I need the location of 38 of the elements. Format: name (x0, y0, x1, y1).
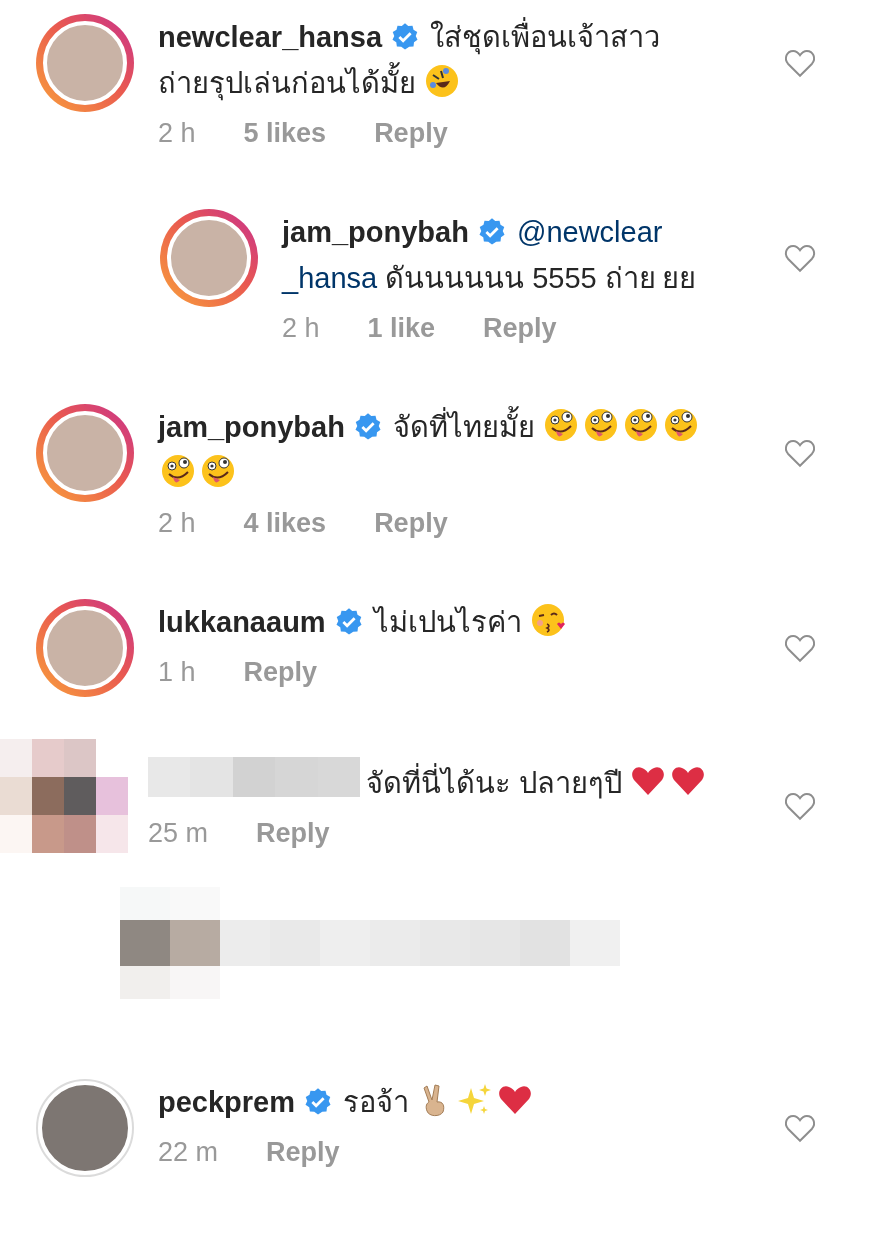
zany-face-icon (160, 453, 196, 489)
comment-time: 25 m (148, 818, 209, 849)
reply-button[interactable]: Reply (374, 118, 448, 149)
username[interactable]: jam_ponybah (282, 216, 469, 248)
zany-face-icon (662, 407, 699, 443)
comment-text: ไม่เปนไรค่า (373, 605, 522, 640)
comment-text: ใส่ชุดเพื่อนเจ้าสาว (430, 14, 661, 60)
like-count[interactable]: 4 likes (243, 508, 327, 539)
reply-button[interactable]: Reply (266, 1137, 340, 1168)
kissing-face-icon (529, 602, 566, 638)
comment-time: 2 h (158, 508, 196, 539)
username[interactable]: newclear_hansa (158, 21, 383, 53)
reply-button[interactable]: Reply (483, 313, 557, 344)
comment-time: 2 h (158, 118, 196, 149)
comment-text: จัดที่นี่ได้นะ ปลายๆปี (366, 760, 623, 806)
zany-face-icon (200, 453, 236, 489)
username[interactable]: peckprem (158, 1086, 295, 1118)
username[interactable]: lukkanaaum (158, 606, 326, 638)
like-count[interactable]: 1 like (367, 313, 436, 344)
mention-link[interactable]: @newclear (516, 209, 663, 255)
comment-text: ยย (661, 261, 696, 296)
zany-face-icon (542, 407, 579, 443)
zany-face-icon (622, 407, 659, 443)
comment-text: รอจ้า (343, 1085, 409, 1120)
comment-time: 1 h (158, 657, 196, 688)
reply-button[interactable]: Reply (374, 508, 448, 539)
reply-button[interactable]: Reply (243, 657, 318, 688)
reply-button[interactable]: Reply (256, 818, 330, 849)
like-count[interactable]: 5 likes (243, 118, 327, 149)
username[interactable]: jam_ponybah (158, 411, 345, 443)
comment-text: จัดที่ไทยมั้ย (392, 404, 535, 450)
comment-time: 2 h (282, 313, 320, 344)
comment-text: ถ่ายรุปเล่นก่อนได้มั้ย (158, 60, 416, 106)
comment-text: ดันนนนนน 5555 ถ่าย (385, 261, 656, 296)
comment-time: 22 m (158, 1137, 219, 1168)
laughing-emoji-icon (424, 63, 460, 99)
mention-link[interactable]: _hansa (282, 255, 378, 301)
zany-face-icon (582, 407, 619, 443)
